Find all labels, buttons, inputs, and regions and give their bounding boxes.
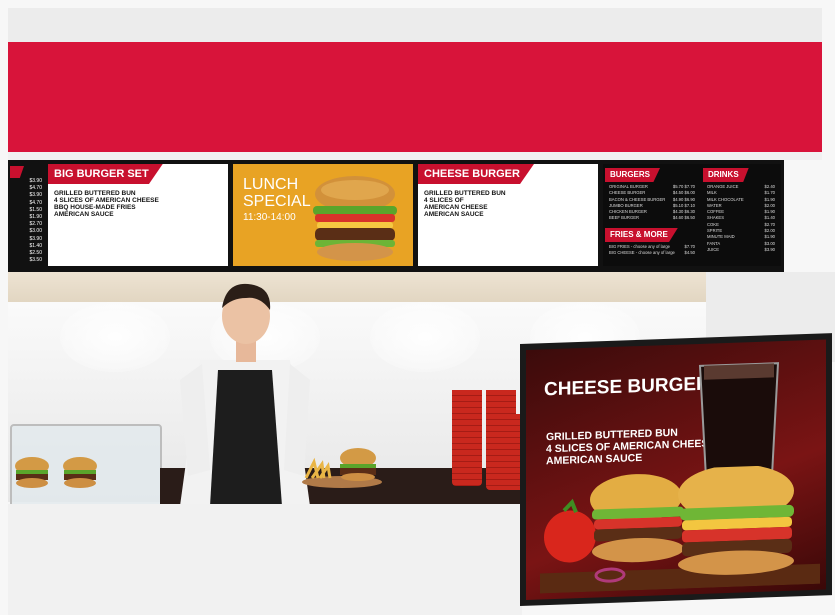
item-price: $6.00 bbox=[684, 190, 695, 196]
employee-figure bbox=[180, 283, 310, 506]
promo-description: GRILLED BUTTERED BUN 4 SLICES OF AMERICA… bbox=[546, 425, 715, 468]
price: $2.70 bbox=[29, 221, 42, 228]
item-price: $4.50 bbox=[684, 250, 695, 256]
left-price-column: $3.90 $4.70 $3.90 $4.70 $1.50 $1.90 $2.7… bbox=[14, 178, 42, 264]
food-display-case bbox=[10, 424, 162, 516]
price: $3.90 bbox=[29, 235, 42, 242]
burger-image bbox=[313, 176, 397, 261]
item-price: $4.60 bbox=[672, 215, 684, 221]
price: $3.90 bbox=[29, 178, 42, 184]
lunch-special-board: LUNCH SPECIAL 11:30-14:00 bbox=[233, 164, 413, 266]
price: $4.70 bbox=[29, 185, 42, 192]
item-name: JUICE bbox=[707, 246, 720, 252]
lunch-time: 11:30-14:00 bbox=[243, 212, 296, 223]
item-price: $3.90 bbox=[764, 246, 775, 252]
item-price: $7.10 bbox=[684, 202, 695, 208]
menu-list-board: BURGERS ORIGINAL BURGER $5.70 $7.70 CHEES… bbox=[603, 164, 781, 266]
ceiling-light bbox=[60, 302, 170, 372]
board-description: GRILLED BUTTERED BUN 4 SLICES OF AMERICA… bbox=[424, 190, 506, 218]
price: $2.50 bbox=[29, 250, 42, 257]
counter-front bbox=[8, 504, 522, 615]
description-line: GRILLED BUTTERED BUN bbox=[424, 190, 506, 197]
item-price: $6.50 bbox=[684, 215, 695, 221]
price: $1.40 bbox=[29, 242, 42, 249]
description-line: BBQ HOUSE-MADE FRIES bbox=[54, 204, 136, 211]
red-fascia bbox=[8, 42, 822, 152]
item-price: $4.90 bbox=[672, 196, 684, 202]
item-name: BIG CHEESE - choose any of large bbox=[609, 250, 675, 256]
menu-row: BEEF BURGER $4.60 $6.50 bbox=[609, 215, 695, 221]
description-line: AMERICAN SAUCE bbox=[424, 211, 484, 218]
drink-glass-image bbox=[698, 362, 780, 479]
promo-display: CHEESE BURGER GRILLED BUTTERED BUN 4 SLI… bbox=[526, 339, 826, 600]
board-title: BIG BURGER SET bbox=[48, 164, 163, 184]
price: $4.70 bbox=[29, 199, 42, 206]
board-description: GRILLED BUTTERED BUN 4 SLICES OF AMERICA… bbox=[54, 190, 159, 218]
fries-heading: FRIES & MORE bbox=[605, 228, 678, 242]
price: $1.90 bbox=[29, 214, 42, 221]
description-line: AMERICAN SAUCE bbox=[54, 211, 114, 218]
fast-food-counter-scene: $3.90 $4.70 $3.90 $4.70 $1.50 $1.90 $2.7… bbox=[0, 0, 835, 615]
board-title: CHEESE BURGER bbox=[418, 164, 534, 184]
description-line: 4 SLICES OF bbox=[424, 197, 464, 204]
burgers-heading: BURGERS bbox=[605, 168, 661, 182]
cup-stack bbox=[452, 390, 482, 486]
ceiling-light bbox=[370, 302, 480, 372]
drinks-heading: DRINKS bbox=[703, 168, 749, 182]
item-name: BEEF BURGER bbox=[609, 215, 640, 221]
item-price: $5.70 bbox=[672, 184, 684, 189]
big-burger-board: BIG BURGER SET GRILLED BUTTERED BUN 4 SL… bbox=[48, 164, 228, 266]
description-line: AMERICAN CHEESE bbox=[424, 204, 488, 211]
item-price: $7.70 bbox=[684, 184, 695, 189]
burger-promo-image bbox=[540, 464, 820, 594]
menu-row: JUICE $3.90 bbox=[707, 247, 775, 253]
fascia-trim bbox=[8, 152, 822, 160]
price: $1.50 bbox=[29, 206, 42, 213]
description-line: GRILLED BUTTERED BUN bbox=[54, 190, 136, 197]
fries-list: BIG FRIES - choose any of large $7.70 BIG… bbox=[609, 244, 695, 257]
burger-tray-image bbox=[302, 448, 382, 488]
soffit bbox=[8, 272, 768, 302]
menu-row: BIG CHEESE - choose any of large $4.50 bbox=[609, 250, 695, 256]
description-line: 4 SLICES OF AMERICAN CHEESE bbox=[54, 197, 159, 204]
price: $3.90 bbox=[29, 192, 42, 199]
price: $3.00 bbox=[29, 228, 42, 235]
item-price: $6.90 bbox=[684, 196, 695, 202]
promo-title: CHEESE BURGER bbox=[544, 373, 710, 401]
cheese-burger-board: CHEESE BURGER GRILLED BUTTERED BUN 4 SLI… bbox=[418, 164, 598, 266]
burger-image bbox=[15, 457, 97, 488]
drinks-list: ORANGE JUICE $2.40 MILK $1.70 MILK CHOCOLA… bbox=[707, 184, 775, 253]
item-price: $4.30 bbox=[672, 209, 684, 215]
ceiling bbox=[8, 8, 822, 42]
price: $3.50 bbox=[29, 257, 42, 264]
item-price: $5.10 bbox=[672, 202, 684, 208]
burgers-list: ORIGINAL BURGER $5.70 $7.70 CHEESE BURGER… bbox=[609, 184, 695, 222]
item-price: $6.30 bbox=[684, 209, 695, 215]
item-price: $4.50 bbox=[672, 190, 684, 196]
